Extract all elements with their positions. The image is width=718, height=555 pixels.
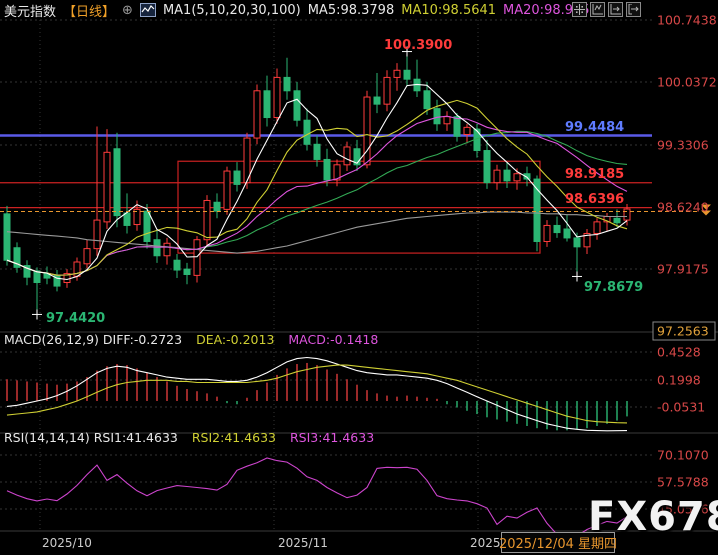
add-circle-icon[interactable]: ⊕ (122, 4, 133, 17)
candle-body (614, 218, 620, 222)
macd-macd-value: MACD:-0.1418 (288, 332, 378, 347)
candle-body (194, 240, 200, 276)
candle-body (164, 243, 170, 255)
time-label-october: 2025/10 (42, 536, 92, 550)
candle-body (434, 109, 440, 124)
macd-indicator-row: MACD(26,12,9) DIFF:-0.2723 DEA:-0.2013 M… (4, 332, 388, 347)
chart-toolbar (572, 2, 641, 17)
candle-body (574, 238, 580, 247)
candle-body (494, 170, 500, 182)
candle-body (484, 151, 490, 183)
candle-body (34, 271, 40, 283)
candle-body (624, 209, 630, 220)
y-axis-tick: 97.9175 (657, 262, 709, 277)
extreme-price-label: 97.4420 (46, 311, 105, 326)
price-line-label: 98.6396 (565, 192, 624, 207)
ma5-value: MA5:98.3798 (308, 3, 395, 18)
current-date-badge: 2025/12/04 星期四 (501, 532, 615, 553)
macd-axis-tick: 0.1998 (657, 373, 701, 388)
candle-body (324, 159, 330, 180)
time-label-november: 2025/11 (278, 536, 328, 550)
candle-body (364, 97, 370, 165)
y-axis-tick: 100.0372 (657, 75, 717, 90)
candle-body (444, 117, 450, 124)
rsi2-value: RSI2:41.4633 (192, 430, 276, 445)
candle-body (554, 225, 560, 232)
candle-body (84, 249, 90, 264)
candle-body (374, 97, 380, 104)
candle-body (544, 225, 550, 241)
rsi3-value: RSI3:41.4633 (290, 430, 374, 445)
price-line-label: 98.9185 (565, 167, 624, 182)
candle-body (254, 91, 260, 138)
candle-body (514, 174, 520, 181)
y-axis-tick: 98.6240 (657, 200, 709, 215)
rsi-line (7, 458, 627, 536)
candle-body (264, 91, 270, 118)
candle-body (224, 171, 230, 209)
candle-body (404, 70, 410, 79)
candle-body (314, 144, 320, 159)
candle-body (94, 220, 100, 249)
panel-exit-icon[interactable] (626, 2, 641, 17)
symbol-name: 美元指数 (4, 1, 56, 20)
trading-app-window: 100.7438100.037299.330698.624097.91750.4… (0, 0, 718, 555)
boxed-axis-label-text: 97.2563 (657, 324, 709, 339)
candle-body (184, 269, 190, 274)
axis-pan-icon[interactable] (608, 2, 623, 17)
candle-body (214, 202, 220, 211)
candle-body (344, 147, 350, 165)
candle-body (114, 149, 120, 216)
macd-diff-value: MACD(26,12,9) DIFF:-0.2723 (4, 332, 182, 347)
candle-body (504, 170, 510, 181)
extreme-price-label: 97.8679 (584, 280, 643, 295)
price-chart[interactable]: 100.7438100.037299.330698.624097.91750.4… (0, 0, 718, 555)
candle-body (384, 77, 390, 104)
ma10-value: MA10:98.5641 (401, 3, 496, 18)
rsi1-value: RSI(14,14,14) RSI1:41.4633 (4, 430, 178, 445)
y-axis-tick: 99.3306 (657, 138, 709, 153)
macd-axis-tick: -0.0531 (657, 400, 705, 415)
candle-body (394, 70, 400, 77)
axis-zoom-icon[interactable] (590, 2, 605, 17)
candle-body (4, 214, 10, 260)
rsi-axis-tick: 57.5788 (657, 475, 709, 490)
macd-dea-value: DEA:-0.2013 (196, 332, 274, 347)
rsi-indicator-row: RSI(14,14,14) RSI1:41.4633 RSI2:41.4633 … (4, 430, 384, 445)
macd-axis-tick: 0.4528 (657, 345, 701, 360)
candle-body (424, 91, 430, 109)
crosshair-move-icon[interactable] (572, 2, 587, 17)
candle-body (594, 222, 600, 234)
rsi-axis-tick: 70.1070 (657, 448, 709, 463)
extreme-price-label: 100.3900 (384, 38, 452, 53)
candle-body (564, 229, 570, 238)
candle-body (304, 120, 310, 144)
ma-settings-label: MA1(5,10,20,30,100) (163, 3, 301, 18)
candle-body (204, 200, 210, 239)
candle-body (454, 117, 460, 137)
candle-body (274, 77, 280, 117)
price-line-label: 99.4484 (565, 120, 624, 135)
candle-body (464, 127, 470, 134)
candle-body (234, 171, 240, 184)
candle-body (174, 260, 180, 270)
candle-body (144, 211, 150, 241)
candle-body (294, 91, 300, 120)
candle-body (124, 213, 130, 225)
candle-body (284, 77, 290, 90)
period-label: 【日线】 (63, 1, 115, 20)
mini-chart-icon[interactable] (140, 3, 156, 17)
